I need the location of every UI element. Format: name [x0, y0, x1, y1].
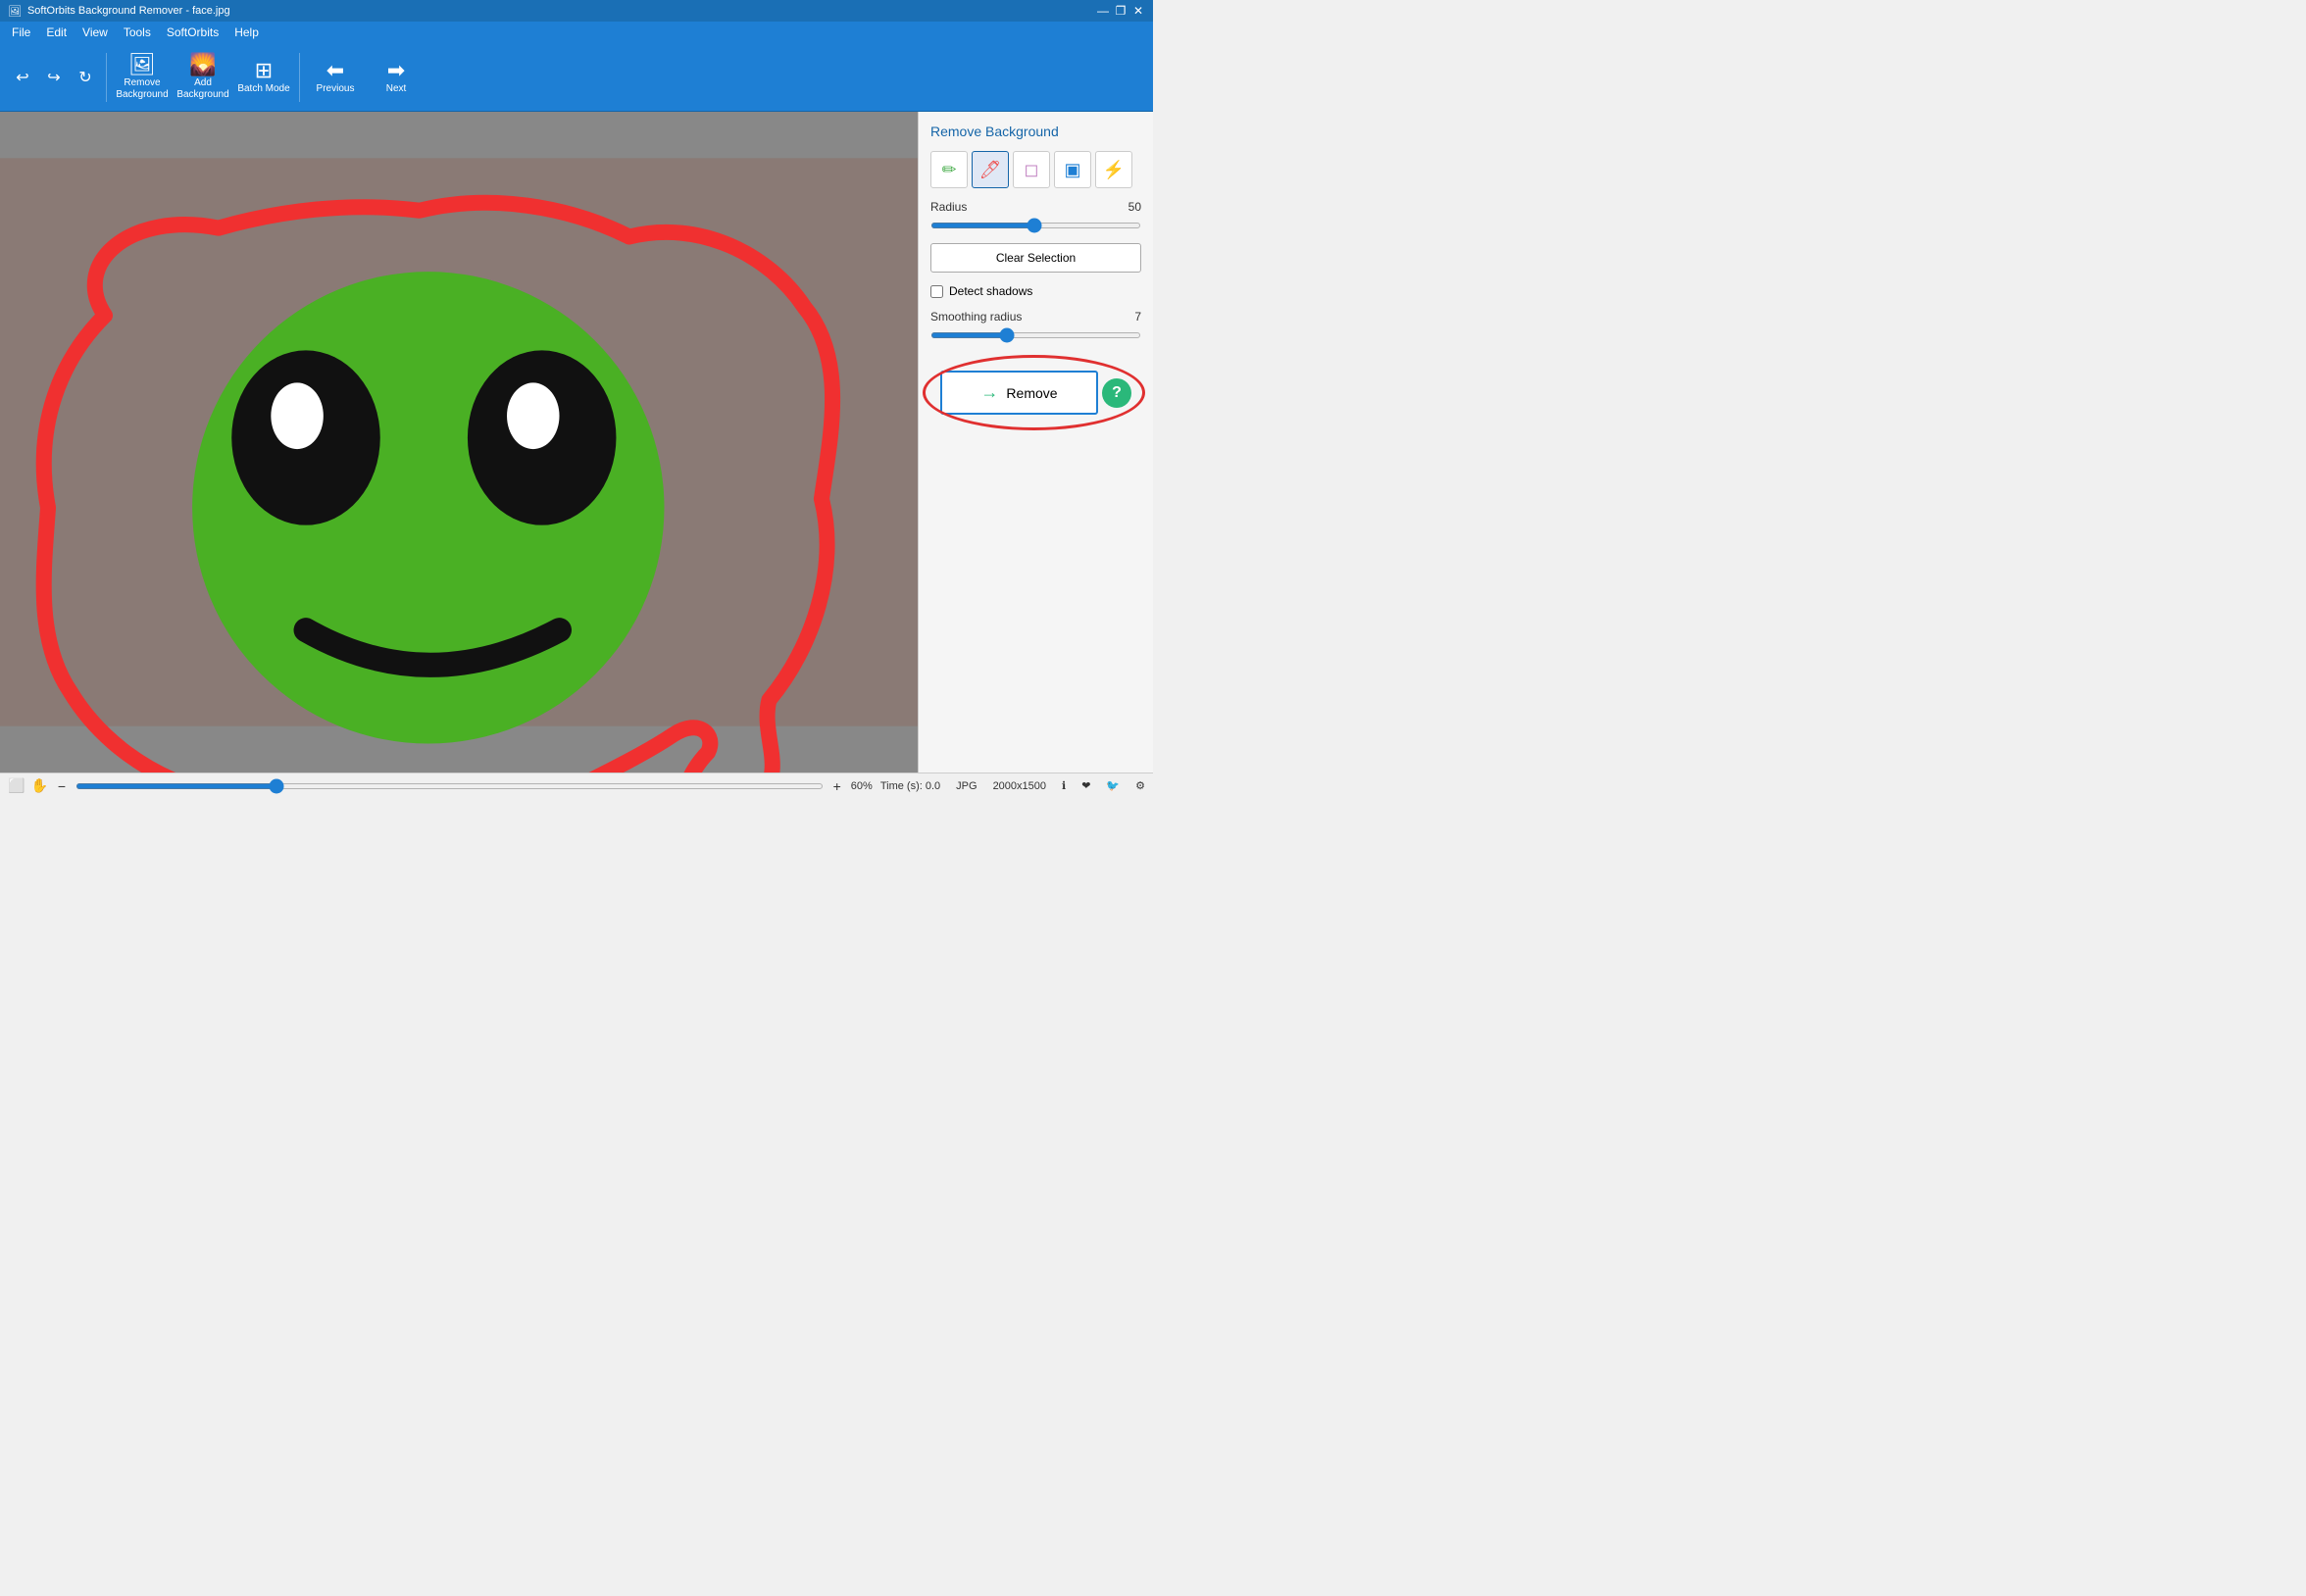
radius-slider-container	[930, 218, 1141, 231]
remove-arrow-icon: →	[980, 382, 998, 403]
menu-file[interactable]: File	[4, 24, 38, 41]
batch-mode-label: Batch Mode	[237, 83, 289, 95]
zoom-plus[interactable]: +	[829, 778, 845, 794]
radius-row: Radius 50	[930, 200, 1141, 214]
eraser-button[interactable]: ◻	[1013, 151, 1050, 188]
toolbar: ↩ ↪ ↻ 🖼 RemoveBackground 🌄 AddBackground…	[0, 43, 1153, 112]
menu-help[interactable]: Help	[226, 24, 267, 41]
remove-background-label: RemoveBackground	[116, 77, 168, 101]
redo2-button[interactable]: ↻	[71, 63, 100, 92]
view-mode-icon[interactable]: ⬜	[8, 777, 25, 794]
previous-icon: ⬅	[326, 60, 344, 81]
menu-tools[interactable]: Tools	[116, 24, 159, 41]
smoothing-slider-container	[930, 327, 1141, 341]
undo-redo-group: ↩ ↪ ↻	[8, 63, 100, 92]
add-background-icon: 🌄	[189, 54, 216, 75]
batch-mode-button[interactable]: ⊞ Batch Mode	[234, 47, 293, 108]
add-background-button[interactable]: 🌄 AddBackground	[174, 47, 232, 108]
previous-label: Previous	[317, 83, 355, 95]
titlebar-left: 🖼 SoftOrbits Background Remover - face.j…	[8, 5, 230, 18]
toolbar-sep-2	[299, 53, 300, 102]
remove-label: Remove	[1006, 385, 1057, 401]
twitter-icon[interactable]: 🐦	[1106, 779, 1120, 792]
close-button[interactable]: ✕	[1131, 4, 1145, 18]
keep-brush-button[interactable]: ✏	[930, 151, 968, 188]
main-area: Remove Background ✏ 🖊 ◻ ▣ ⚡ Radius 50 Cl…	[0, 112, 1153, 773]
titlebar-controls: — ❐ ✕	[1096, 4, 1145, 18]
smoothing-radius-slider[interactable]	[930, 332, 1141, 338]
zoom-slider[interactable]	[75, 783, 824, 789]
select-keep-button[interactable]: ▣	[1054, 151, 1091, 188]
toolbar-sep-1	[106, 53, 107, 102]
share-icon[interactable]: ❤	[1081, 779, 1090, 792]
add-background-label: AddBackground	[176, 77, 228, 101]
zoom-percent: 60%	[851, 780, 873, 792]
remove-button-container: → Remove ?	[940, 371, 1131, 415]
statusbar-left: ⬜ ✋ − + 60%	[8, 777, 873, 794]
menu-view[interactable]: View	[75, 24, 116, 41]
image-canvas[interactable]	[0, 112, 918, 773]
detect-shadows-row: Detect shadows	[930, 284, 1141, 298]
menubar: File Edit View Tools SoftOrbits Help	[0, 22, 1153, 43]
next-button[interactable]: ➡ Next	[367, 47, 426, 108]
help-button[interactable]: ?	[1102, 378, 1131, 408]
radius-value: 50	[1128, 200, 1141, 214]
next-icon: ➡	[387, 60, 405, 81]
statusbar: ⬜ ✋ − + 60% Time (s): 0.0 JPG 2000x1500 …	[0, 773, 1153, 798]
restore-button[interactable]: ❐	[1114, 4, 1128, 18]
batch-mode-icon: ⊞	[255, 60, 273, 81]
remove-background-button[interactable]: 🖼 RemoveBackground	[113, 47, 172, 108]
dimensions-label: 2000x1500	[993, 780, 1046, 792]
next-label: Next	[386, 83, 407, 95]
remove-background-icon: 🖼	[128, 54, 156, 75]
statusbar-right: Time (s): 0.0 JPG 2000x1500 ℹ ❤ 🐦 ⚙	[880, 779, 1145, 792]
canvas-area[interactable]	[0, 112, 918, 773]
tool-icons-row: ✏ 🖊 ◻ ▣ ⚡	[930, 151, 1141, 188]
radius-slider[interactable]	[930, 223, 1141, 228]
zoom-minus[interactable]: −	[54, 778, 70, 794]
remove-brush-button[interactable]: 🖊	[972, 151, 1009, 188]
remove-button[interactable]: → Remove	[940, 371, 1098, 415]
titlebar-title: SoftOrbits Background Remover - face.jpg	[27, 5, 230, 17]
detect-shadows-label[interactable]: Detect shadows	[949, 284, 1032, 298]
info-icon[interactable]: ℹ	[1062, 779, 1066, 792]
clear-selection-button[interactable]: Clear Selection	[930, 243, 1141, 273]
pan-icon[interactable]: ✋	[30, 777, 47, 794]
undo-button[interactable]: ↩	[8, 63, 37, 92]
menu-edit[interactable]: Edit	[38, 24, 75, 41]
previous-button[interactable]: ⬅ Previous	[306, 47, 365, 108]
auto-remove-button[interactable]: ⚡	[1095, 151, 1132, 188]
smoothing-radius-label: Smoothing radius	[930, 310, 1022, 324]
time-label: Time (s): 0.0	[880, 780, 940, 792]
settings-icon[interactable]: ⚙	[1135, 779, 1145, 792]
titlebar: 🖼 SoftOrbits Background Remover - face.j…	[0, 0, 1153, 22]
app-icon: 🖼	[8, 5, 22, 18]
right-panel: Remove Background ✏ 🖊 ◻ ▣ ⚡ Radius 50 Cl…	[918, 112, 1153, 773]
menu-softorbits[interactable]: SoftOrbits	[159, 24, 226, 41]
format-label: JPG	[956, 780, 977, 792]
redo-button[interactable]: ↪	[39, 63, 69, 92]
detect-shadows-checkbox[interactable]	[930, 285, 943, 298]
minimize-button[interactable]: —	[1096, 4, 1110, 18]
smoothing-radius-row: Smoothing radius 7	[930, 310, 1141, 324]
panel-title: Remove Background	[930, 124, 1141, 139]
radius-label: Radius	[930, 200, 967, 214]
smoothing-radius-value: 7	[1134, 310, 1141, 324]
